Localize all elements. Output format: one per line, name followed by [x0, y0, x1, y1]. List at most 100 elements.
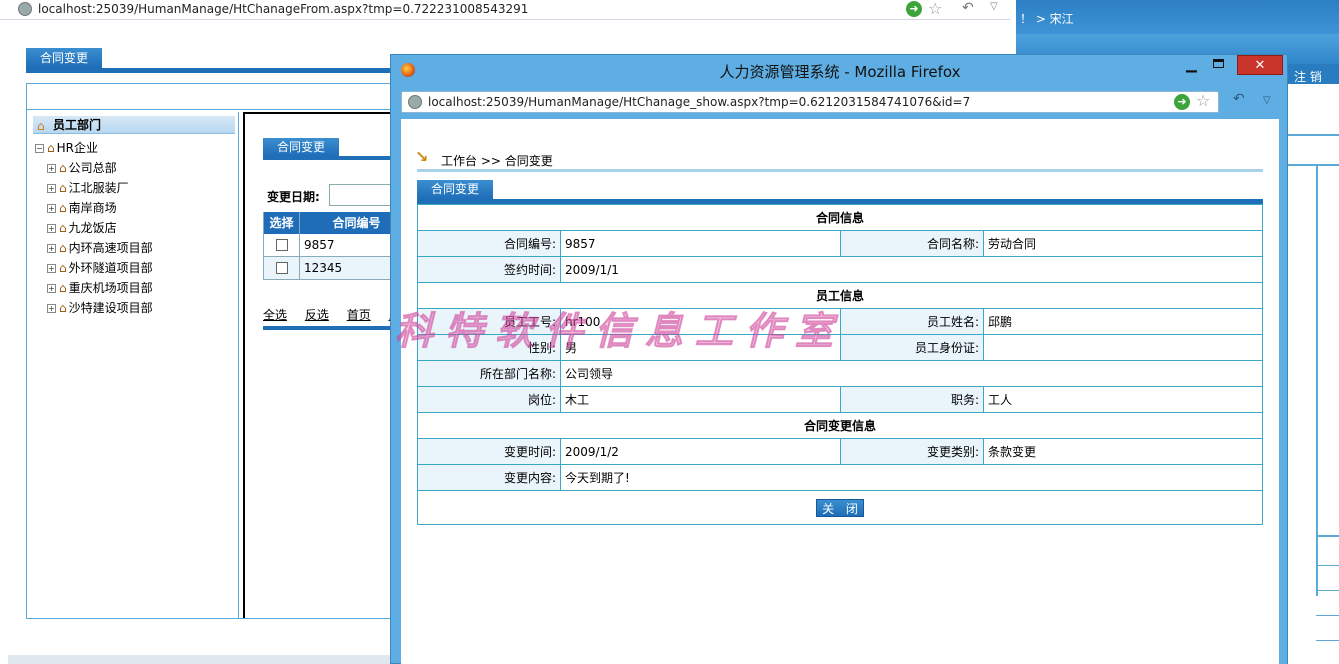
contract-name-value: 劳动合同	[983, 230, 1263, 257]
home-icon: ⌂	[47, 141, 55, 155]
background-url[interactable]: localhost:25039/HumanManage/HtChanageFro…	[38, 2, 528, 16]
inner-tab[interactable]: 合同变更	[263, 138, 339, 156]
tree-node-label: 公司总部	[68, 161, 117, 175]
content-tab[interactable]: 合同变更	[417, 180, 493, 199]
expand-icon[interactable]: +	[47, 204, 56, 213]
expand-icon[interactable]: +	[47, 264, 56, 273]
change-time-label: 变更时间:	[417, 438, 561, 465]
go-arrow-icon[interactable]: ➜	[906, 1, 922, 17]
expand-icon[interactable]: +	[47, 284, 56, 293]
tree-header-label: 员工部门	[53, 118, 102, 132]
house-icon: ⌂	[59, 221, 67, 235]
logout-link[interactable]: 注 销	[1294, 68, 1322, 85]
section-change-info: 合同变更信息	[417, 412, 1263, 439]
dept-value: 公司领导	[560, 360, 1263, 387]
contract-detail-table: 合同信息 合同编号: 9857 合同名称: 劳动合同 签约时间: 2009/1/…	[417, 204, 1263, 525]
divider	[1316, 615, 1339, 616]
tree-node[interactable]: + ⌂ 重庆机场项目部	[47, 280, 153, 296]
bookmark-star-icon[interactable]: ☆	[1196, 91, 1210, 110]
pager-underline	[263, 326, 409, 330]
emp-name-value: 邱鹏	[983, 308, 1263, 335]
tree-node-label: 九龙饭店	[68, 221, 117, 235]
contract-no-label: 合同编号:	[417, 230, 561, 257]
bookmark-star-icon[interactable]: ☆	[928, 0, 942, 18]
row-checkbox[interactable]	[275, 239, 288, 251]
divider	[1286, 164, 1339, 166]
tree-root[interactable]: − ⌂ HR企业	[35, 140, 98, 156]
filter-label: 变更日期:	[267, 190, 320, 204]
table-row[interactable]: 9857	[264, 234, 409, 257]
dropdown-chevron-icon[interactable]: ▽	[1263, 95, 1271, 106]
expand-icon[interactable]: +	[47, 224, 56, 233]
inner-content: 合同变更 变更日期: 选择 合同编号 9857 12345 全选 反选 首页	[243, 112, 409, 618]
expand-icon[interactable]: +	[47, 244, 56, 253]
invert-select-link[interactable]: 反选	[305, 308, 329, 322]
divider	[1316, 565, 1339, 566]
table-row[interactable]: 12345	[264, 257, 409, 280]
dropdown-chevron-icon[interactable]: ▽	[990, 1, 998, 12]
tree-node[interactable]: + ⌂ 沙特建设项目部	[47, 300, 153, 316]
tree-root-label: HR企业	[56, 141, 98, 155]
globe-icon	[408, 95, 422, 109]
tree-node-label: 外环隧道项目部	[68, 261, 153, 275]
breadcrumb-underline	[417, 169, 1263, 172]
tree-node[interactable]: + ⌂ 内环高速项目部	[47, 240, 153, 256]
emp-name-label: 员工姓名:	[840, 308, 984, 335]
section-employee-info: 员工信息	[417, 282, 1263, 309]
change-time-value: 2009/1/2	[560, 438, 841, 465]
dept-label: 所在部门名称:	[417, 360, 561, 387]
duty-label: 职务:	[840, 386, 984, 413]
house-icon: ⌂	[59, 201, 67, 215]
post-label: 岗位:	[417, 386, 561, 413]
maximize-button[interactable]	[1213, 59, 1224, 68]
gender-value: 男	[560, 334, 841, 361]
emp-no-value: hr100	[560, 308, 841, 335]
inner-tab-underline	[263, 156, 409, 160]
go-arrow-icon[interactable]: ➜	[1174, 94, 1190, 110]
tree-node[interactable]: + ⌂ 外环隧道项目部	[47, 260, 153, 276]
popup-window: 人力资源管理系统 - Mozilla Firefox ▁ ✕ localhost…	[390, 54, 1288, 664]
house-icon: ⌂	[59, 261, 67, 275]
change-type-label: 变更类别:	[840, 438, 984, 465]
tree-node-label: 重庆机场项目部	[68, 281, 153, 295]
tree-node[interactable]: + ⌂ 南岸商场	[47, 200, 117, 216]
house-icon: ⌂	[59, 241, 67, 255]
first-page-link[interactable]: 首页	[347, 308, 371, 322]
change-content-label: 变更内容:	[417, 464, 561, 491]
tree-header: ⌂ 员工部门	[33, 116, 235, 134]
tree-node[interactable]: + ⌂ 公司总部	[47, 160, 117, 176]
section-contract-info: 合同信息	[417, 204, 1263, 231]
house-icon: ⌂	[59, 301, 67, 315]
contract-name-label: 合同名称:	[840, 230, 984, 257]
expand-icon[interactable]: +	[47, 304, 56, 313]
background-tab[interactable]: 合同变更	[26, 48, 102, 68]
sign-time-value: 2009/1/1	[560, 256, 1263, 283]
change-type-value: 条款变更	[983, 438, 1263, 465]
divider	[1316, 640, 1339, 641]
divider	[1316, 166, 1318, 596]
grid-header: 选择 合同编号	[264, 212, 409, 234]
globe-icon	[18, 2, 32, 16]
tree-node[interactable]: + ⌂ 江北服装厂	[47, 180, 129, 196]
id-card-label: 员工身份证:	[840, 334, 984, 361]
minimize-button[interactable]: ▁	[1186, 57, 1197, 73]
back-arrow-icon[interactable]: ↶	[962, 0, 974, 16]
breadcrumb: 工作台 >> 合同变更	[441, 154, 553, 168]
close-button[interactable]: 关 闭	[816, 498, 864, 517]
collapse-icon[interactable]: −	[35, 144, 44, 153]
tree-node[interactable]: + ⌂ 九龙饭店	[47, 220, 117, 236]
back-arrow-icon[interactable]: ↶	[1233, 91, 1245, 107]
divider	[1286, 134, 1339, 136]
popup-url[interactable]: localhost:25039/HumanManage/HtChanage_sh…	[428, 95, 970, 109]
sign-time-label: 签约时间:	[417, 256, 561, 283]
row-checkbox[interactable]	[275, 262, 288, 274]
expand-icon[interactable]: +	[47, 184, 56, 193]
button-row: 关 闭	[417, 490, 1263, 525]
background-address-bar[interactable]: localhost:25039/HumanManage/HtChanageFro…	[0, 0, 1010, 20]
close-window-button[interactable]: ✕	[1237, 55, 1283, 75]
house-icon: ⌂	[59, 181, 67, 195]
popup-address-bar[interactable]: localhost:25039/HumanManage/HtChanage_sh…	[401, 91, 1219, 113]
home-icon: ⌂	[37, 119, 45, 133]
expand-icon[interactable]: +	[47, 164, 56, 173]
select-all-link[interactable]: 全选	[263, 308, 287, 322]
